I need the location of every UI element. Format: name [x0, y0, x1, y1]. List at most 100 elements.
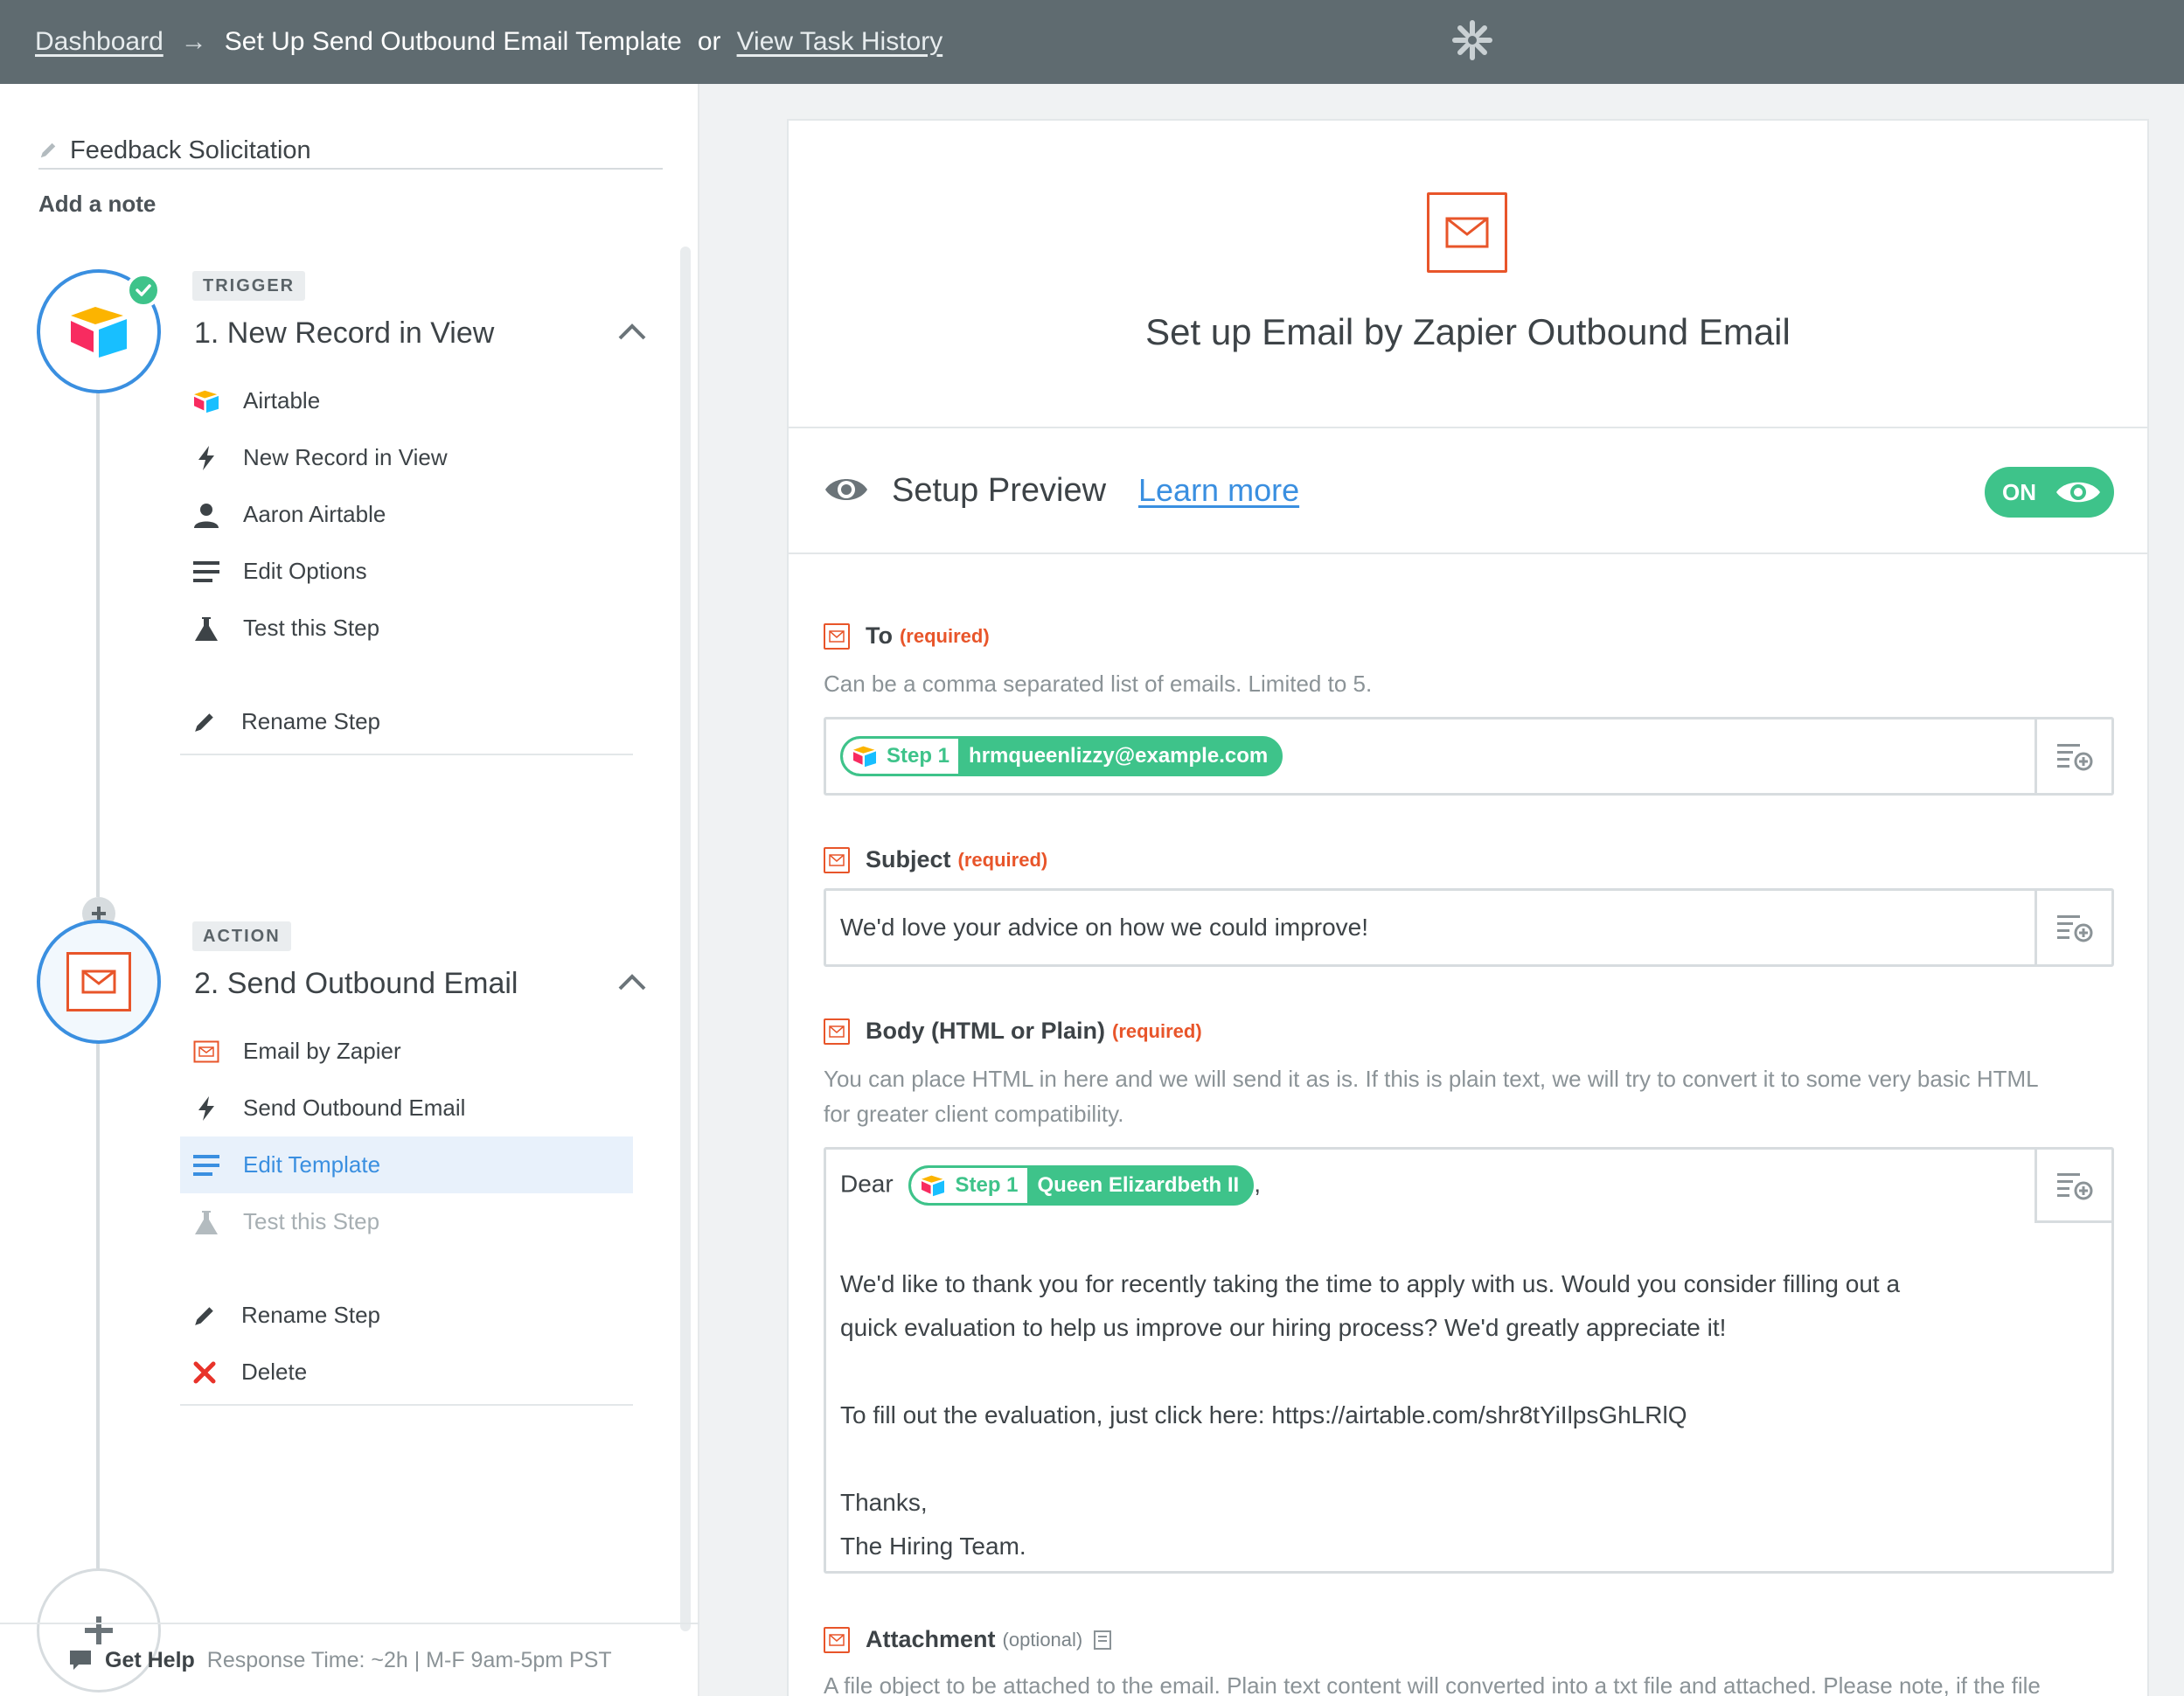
- bolt-icon: [192, 1095, 220, 1123]
- sidebar-item-edit-template[interactable]: Edit Template: [180, 1136, 633, 1193]
- zap-name-field[interactable]: Feedback Solicitation: [38, 133, 663, 170]
- required-badge: (required): [899, 624, 990, 647]
- toggle-label: ON: [2002, 478, 2036, 505]
- body-field-label: Body (HTML or Plain) (required): [824, 1018, 1202, 1045]
- or-text: or: [697, 27, 721, 56]
- sidebar-item-test-step[interactable]: Test this Step: [180, 1193, 633, 1250]
- list-icon: [192, 1151, 220, 1179]
- trigger-tag: TRIGGER: [192, 271, 306, 301]
- action-step-title[interactable]: 2. Send Outbound Email: [194, 967, 518, 1001]
- trigger-menu: Airtable New Record in View Aaron Airtab…: [180, 372, 633, 755]
- subject-input[interactable]: We'd love your advice on how we could im…: [824, 888, 2114, 967]
- sidebar-item-label: Test this Step: [243, 615, 380, 641]
- body-input[interactable]: Dear Step 1 Queen Elizardbeth II , We'd …: [824, 1147, 2114, 1574]
- action-menu: Email by Zapier Send Outbound Email Edit…: [180, 1023, 633, 1406]
- subject-field-label: Subject (required): [824, 846, 1047, 873]
- subject-value: We'd love your advice on how we could im…: [840, 914, 1369, 941]
- sidebar-item-label: Delete: [241, 1359, 308, 1385]
- sidebar: Feedback Solicitation Add a note TRIGGER…: [0, 84, 699, 1696]
- sidebar-item-label: Send Outbound Email: [243, 1095, 466, 1121]
- get-help-bar[interactable]: Get Help Response Time: ~2h | M-F 9am-5p…: [0, 1623, 699, 1696]
- insert-field-button[interactable]: [2034, 891, 2111, 964]
- bolt-icon: [192, 444, 220, 472]
- sidebar-item-action-event[interactable]: Send Outbound Email: [180, 1080, 633, 1136]
- body-text-line: To fill out the evaluation, just click h…: [840, 1401, 1687, 1428]
- insert-field-icon: [2056, 915, 2092, 942]
- sidebar-item-rename-step[interactable]: Rename Step: [180, 1287, 633, 1344]
- to-input[interactable]: Step 1 hrmqueenlizzy@example.com: [824, 717, 2114, 796]
- sidebar-item-test-step[interactable]: Test this Step: [180, 600, 633, 657]
- field-mapping-pill[interactable]: Step 1 hrmqueenlizzy@example.com: [840, 736, 1283, 776]
- trigger-step-title[interactable]: 1. New Record in View: [194, 316, 494, 351]
- sidebar-item-label: Aaron Airtable: [243, 501, 386, 527]
- to-label-text: To: [866, 622, 893, 649]
- body-label-text: Body (HTML or Plain): [866, 1018, 1105, 1044]
- page-title: Set Up Send Outbound Email Template: [224, 27, 682, 56]
- body-help-line: for greater client compatibility.: [824, 1101, 1124, 1127]
- body-text-line: The Hiring Team.: [840, 1533, 1026, 1560]
- sidebar-item-airtable[interactable]: Airtable: [180, 372, 633, 429]
- chevron-up-icon[interactable]: [617, 972, 647, 991]
- mail-icon: [824, 622, 850, 650]
- learn-more-link[interactable]: Learn more: [1138, 472, 1299, 509]
- sidebar-item-rename-step[interactable]: Rename Step: [180, 693, 633, 750]
- dashboard-link[interactable]: Dashboard: [35, 27, 163, 57]
- setup-preview-row: Setup Preview Learn more ON: [789, 428, 2147, 553]
- chevron-up-icon[interactable]: [617, 322, 647, 341]
- sidebar-item-delete[interactable]: Delete: [180, 1344, 633, 1401]
- body-help-text: You can place HTML in here and we will s…: [824, 1061, 2118, 1131]
- airtable-icon: [922, 1175, 945, 1197]
- mail-icon: [192, 1038, 220, 1066]
- setup-preview-label: Setup Preview: [892, 472, 1107, 509]
- pill-step-label: Step 1: [887, 744, 950, 768]
- airtable-icon: [853, 746, 876, 768]
- comma-text: ,: [1254, 1170, 1262, 1198]
- sidebar-item-edit-options[interactable]: Edit Options: [180, 543, 633, 600]
- divider: [789, 553, 2147, 554]
- mail-icon: [824, 1626, 850, 1653]
- eye-icon: [2056, 482, 2100, 503]
- setup-title: Set up Email by Zapier Outbound Email: [1145, 311, 1791, 352]
- response-time-text: Response Time: ~2h | M-F 9am-5pm PST: [206, 1647, 612, 1672]
- greeting-text: Dear: [840, 1170, 894, 1198]
- insert-field-icon: [2056, 1172, 2092, 1199]
- get-help-label[interactable]: Get Help: [105, 1648, 195, 1673]
- pencil-icon: [191, 708, 219, 736]
- insert-field-button[interactable]: [2034, 1150, 2111, 1223]
- sidebar-item-account[interactable]: Aaron Airtable: [180, 486, 633, 543]
- view-task-history-link[interactable]: View Task History: [737, 27, 943, 57]
- body-text-line: Thanks,: [840, 1489, 928, 1516]
- top-bar: Dashboard → Set Up Send Outbound Email T…: [0, 0, 2184, 84]
- pill-value: Queen Elizardbeth II: [1037, 1173, 1240, 1197]
- mail-icon: [66, 952, 131, 1011]
- breadcrumb: Dashboard → Set Up Send Outbound Email T…: [35, 0, 942, 84]
- mail-icon: [824, 846, 850, 873]
- breadcrumb-arrow: →: [180, 27, 207, 56]
- body-text-line: quick evaluation to help us improve our …: [840, 1314, 1727, 1341]
- pill-step-label: Step 1: [955, 1173, 1019, 1197]
- airtable-icon: [192, 387, 220, 415]
- sidebar-item-trigger-event[interactable]: New Record in View: [180, 429, 633, 486]
- field-mapping-pill[interactable]: Step 1 Queen Elizardbeth II: [908, 1165, 1255, 1206]
- zap-name-text: Feedback Solicitation: [70, 136, 311, 164]
- divider: [180, 1404, 633, 1406]
- timeline-line: [96, 1037, 100, 1568]
- sidebar-scrollbar[interactable]: [680, 247, 691, 1631]
- zapier-logo-icon[interactable]: [1451, 19, 1493, 61]
- note-icon[interactable]: [1093, 1630, 1112, 1651]
- preview-toggle[interactable]: ON: [1985, 467, 2114, 518]
- eye-icon: [825, 479, 867, 500]
- action-step-circle[interactable]: [37, 920, 161, 1044]
- mail-icon: [1427, 192, 1507, 273]
- check-icon: [126, 273, 161, 308]
- add-note-link[interactable]: Add a note: [38, 191, 156, 218]
- pill-value: hrmqueenlizzy@example.com: [969, 744, 1269, 768]
- flask-icon: [192, 615, 220, 643]
- sidebar-item-label: Edit Options: [243, 558, 367, 584]
- sidebar-item-email-by-zapier[interactable]: Email by Zapier: [180, 1023, 633, 1080]
- insert-field-button[interactable]: [2034, 719, 2111, 793]
- sidebar-item-label: New Record in View: [243, 444, 448, 470]
- required-badge: (required): [1112, 1019, 1202, 1042]
- sidebar-item-label: Airtable: [243, 387, 321, 414]
- subject-label-text: Subject: [866, 846, 951, 872]
